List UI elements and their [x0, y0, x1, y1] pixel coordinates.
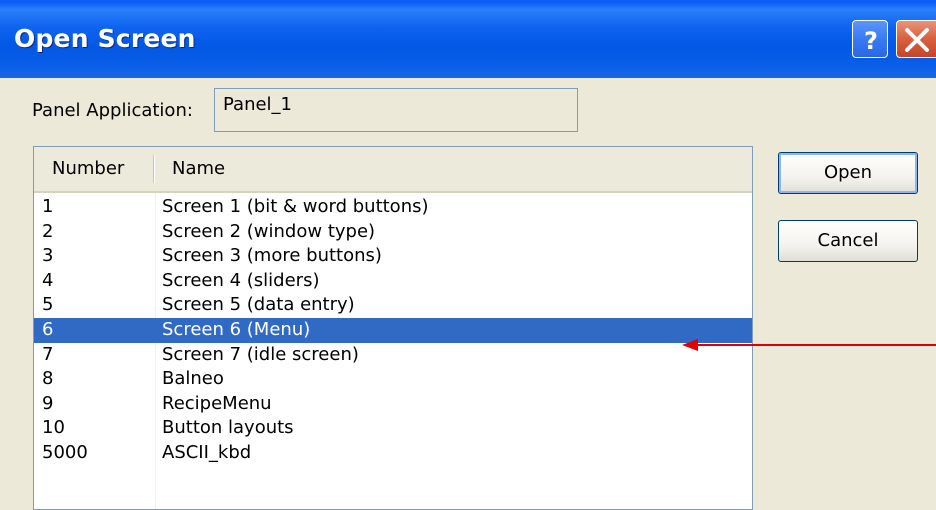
list-item-name: RecipeMenu [162, 392, 272, 414]
title-bar[interactable]: Open Screen ? [0, 0, 936, 78]
list-item-number: 8 [42, 368, 54, 390]
help-icon: ? [864, 27, 878, 55]
list-item-number: 9 [42, 392, 54, 414]
list-item-name: Screen 1 (bit & word buttons) [162, 196, 429, 217]
open-button[interactable]: Open [778, 152, 918, 194]
list-item[interactable]: 3 Screen 3 (more buttons) [34, 244, 752, 269]
list-item[interactable]: 5 Screen 5 (data entry) [34, 293, 752, 318]
list-item-number: 4 [42, 269, 54, 291]
list-item[interactable]: 10 Button layouts [34, 416, 752, 441]
close-icon [905, 28, 929, 52]
column-header-name[interactable]: Name [172, 158, 225, 179]
list-item-name: Button layouts [162, 417, 294, 439]
list-item-number: 5 [42, 294, 54, 316]
cancel-button[interactable]: Cancel [778, 220, 918, 262]
list-item[interactable]: 7 Screen 7 (idle screen) [34, 343, 752, 368]
list-item[interactable]: 9 RecipeMenu [34, 392, 752, 417]
list-item[interactable]: 1 Screen 1 (bit & word buttons) [34, 195, 752, 220]
list-item-name: Screen 3 (more buttons) [162, 245, 382, 267]
list-item-name: Screen 7 (idle screen) [162, 343, 359, 365]
list-item-number: 10 [42, 417, 65, 439]
list-item-name: Screen 5 (data entry) [162, 294, 355, 316]
list-item-number: 6 [42, 318, 54, 340]
list-item-name: Screen 6 (Menu) [162, 318, 311, 340]
list-item-name: ASCII_kbd [162, 441, 252, 463]
list-item-name: Screen 4 (sliders) [162, 269, 320, 291]
svg-text:?: ? [864, 27, 878, 55]
list-item-name: Balneo [162, 368, 224, 390]
list-item-number: 5000 [42, 441, 88, 463]
panel-application-label: Panel Application: [32, 100, 193, 121]
help-button[interactable]: ? [852, 20, 888, 58]
list-item-number: 1 [42, 196, 54, 217]
panel-application-field: Panel_1 [214, 88, 578, 132]
list-item-number: 2 [42, 220, 54, 242]
list-item[interactable]: 2 Screen 2 (window type) [34, 220, 752, 245]
list-rows: 1 Screen 1 (bit & word buttons) 2 Screen 2 … [34, 195, 752, 466]
list-item[interactable]: 8 Balneo [34, 367, 752, 392]
list-item[interactable]: 6 Screen 6 (Menu) [34, 317, 752, 343]
list-item[interactable]: 5000 ASCII_kbd [34, 441, 752, 466]
list-item-number: 7 [42, 343, 54, 365]
list-item-name: Screen 2 (window type) [162, 220, 376, 242]
screen-list[interactable]: Number Name 1 Screen 1 (bit & word button… [33, 146, 753, 510]
close-button[interactable] [896, 20, 936, 58]
list-item-number: 3 [42, 245, 54, 267]
list-header: Number Name [34, 147, 752, 193]
column-header-number[interactable]: Number [52, 158, 124, 179]
column-divider[interactable] [153, 155, 154, 183]
list-item[interactable]: 4 Screen 4 (sliders) [34, 269, 752, 294]
window-title: Open Screen [14, 24, 196, 53]
